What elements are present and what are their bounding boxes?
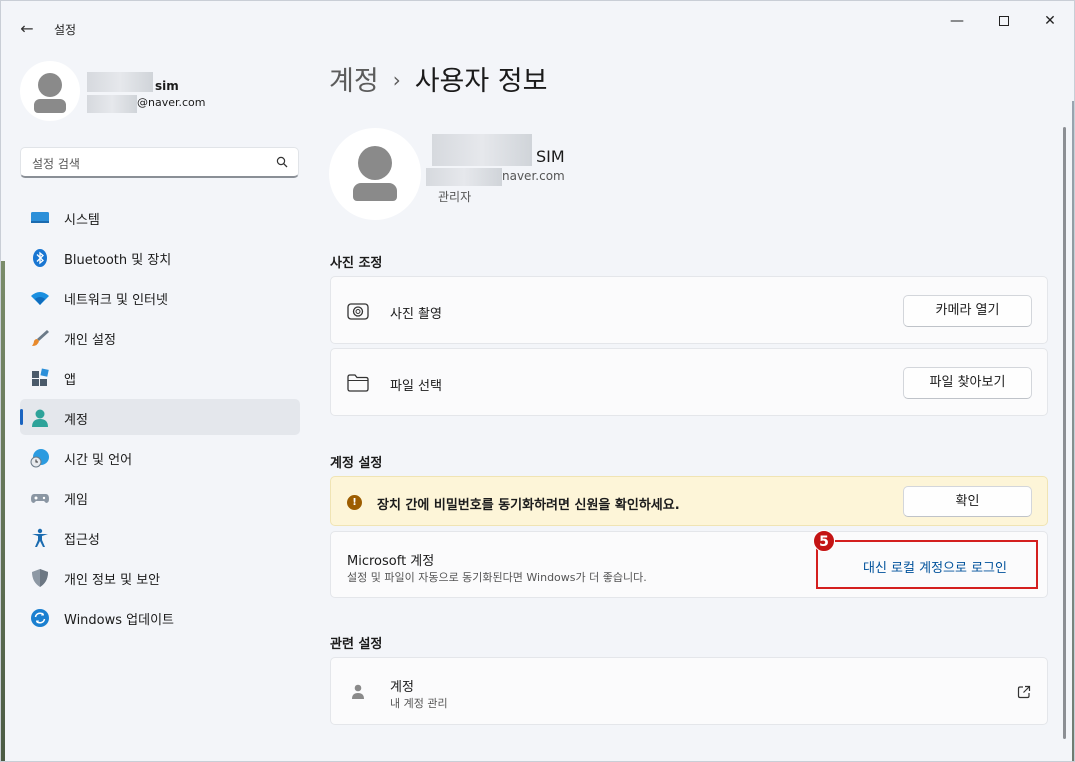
page-title: 사용자 정보 (414, 66, 548, 97)
paintbrush-icon (32, 330, 49, 346)
related-account-description: 내 계정 관리 (390, 697, 448, 710)
warning-icon: ! (347, 495, 362, 510)
section-title-account-settings: 계정 설정 (330, 456, 383, 471)
scrollbar[interactable] (1063, 127, 1066, 739)
back-button[interactable]: ← (13, 15, 41, 43)
related-account-title: 계정 (390, 680, 414, 695)
user-email: naver.com (502, 169, 565, 183)
user-avatar (329, 128, 421, 220)
sidebar-avatar (20, 61, 80, 121)
gamepad-icon (31, 494, 49, 503)
search-input[interactable]: 설정 검색 (32, 155, 80, 172)
sidebar-item-apps[interactable]: 앱 (20, 359, 300, 395)
back-arrow-icon: ← (20, 19, 34, 38)
microsoft-account-title: Microsoft 계정 (347, 554, 435, 569)
sidebar-nav: 시스템 Bluetooth 및 장치 네트워크 및 인터넷 개인 설정 앱 계정… (20, 199, 300, 639)
take-photo-card: 사진 촬영 카메라 열기 (330, 276, 1048, 344)
person-icon (352, 684, 364, 699)
external-link-icon (1017, 685, 1031, 699)
apps-icon (32, 368, 49, 386)
sidebar-item-label: 시간 및 언어 (64, 453, 133, 468)
sidebar-item-bluetooth[interactable]: Bluetooth 및 장치 (20, 239, 300, 275)
sidebar-item-label: 시스템 (64, 213, 100, 228)
selection-indicator (20, 409, 23, 425)
sidebar-item-windows-update[interactable]: Windows 업데이트 (20, 599, 300, 635)
camera-icon (347, 303, 369, 320)
user-role: 관리자 (438, 190, 472, 204)
minimize-button[interactable]: — (934, 9, 980, 33)
globe-clock-icon (30, 449, 49, 468)
section-title-related: 관련 설정 (330, 637, 383, 652)
bluetooth-icon (33, 249, 47, 267)
sidebar-item-label: 개인 정보 및 보안 (64, 573, 161, 588)
sidebar-item-network[interactable]: 네트워크 및 인터넷 (20, 279, 300, 315)
breadcrumb-parent[interactable]: 계정 (329, 66, 379, 97)
desktop-edge-left (1, 261, 5, 761)
browse-files-button[interactable]: 파일 찾아보기 (903, 367, 1032, 399)
step-number-badge: 5 (813, 530, 835, 552)
sidebar-item-label: 게임 (64, 493, 88, 508)
highlight-box (816, 540, 1038, 589)
folder-icon (347, 374, 369, 392)
sidebar-item-label: 앱 (64, 373, 76, 388)
sidebar-item-label: Bluetooth 및 장치 (64, 253, 172, 268)
sidebar-item-label: 계정 (64, 413, 88, 428)
breadcrumb: 계정 › 사용자 정보 (329, 59, 547, 98)
avatar-body-icon (34, 99, 66, 113)
sidebar-item-accounts[interactable]: 계정 (20, 399, 300, 435)
breadcrumb-separator: › (392, 68, 401, 92)
shield-icon (32, 569, 48, 587)
redacted-name (87, 72, 153, 92)
maximize-button[interactable] (981, 9, 1027, 33)
sidebar-user-email: @naver.com (137, 96, 206, 109)
search-box[interactable]: 설정 검색 (20, 147, 299, 178)
open-camera-button[interactable]: 카메라 열기 (903, 295, 1032, 327)
sidebar-item-accessibility[interactable]: 접근성 (20, 519, 300, 555)
title-bar: ← 설정 — ✕ (1, 1, 1074, 45)
sidebar-item-label: Windows 업데이트 (64, 613, 175, 628)
sidebar-item-label: 개인 설정 (64, 333, 116, 348)
wifi-icon (31, 292, 49, 305)
person-icon (32, 409, 48, 427)
choose-file-label: 파일 선택 (390, 379, 442, 394)
monitor-icon (31, 212, 49, 223)
sidebar-item-time-language[interactable]: 시간 및 언어 (20, 439, 300, 475)
sidebar-user-name: sim (155, 79, 179, 93)
sidebar-item-label: 네트워크 및 인터넷 (64, 293, 168, 308)
redacted-email (87, 95, 137, 113)
verify-identity-message: 장치 간에 비밀번호를 동기화하려면 신원을 확인하세요. (377, 498, 680, 513)
close-button[interactable]: ✕ (1027, 9, 1073, 33)
verify-button[interactable]: 확인 (903, 486, 1032, 517)
related-account-card[interactable]: 계정 내 계정 관리 (330, 657, 1048, 725)
avatar-head-icon (358, 146, 392, 180)
sidebar-item-system[interactable]: 시스템 (20, 199, 300, 235)
choose-file-card: 파일 선택 파일 찾아보기 (330, 348, 1048, 416)
close-icon: ✕ (1044, 13, 1056, 29)
section-title-photo: 사진 조정 (330, 256, 383, 271)
sidebar-item-privacy[interactable]: 개인 정보 및 보안 (20, 559, 300, 595)
sidebar-item-label: 접근성 (64, 533, 100, 548)
search-icon (276, 156, 288, 168)
avatar-body-icon (353, 183, 397, 201)
minimize-icon: — (950, 13, 964, 29)
redacted-name (432, 134, 532, 166)
sync-icon (31, 609, 49, 627)
accessibility-icon (32, 528, 48, 547)
app-title: 설정 (54, 23, 77, 37)
microsoft-account-description: 설정 및 파일이 자동으로 동기화된다면 Windows가 더 좋습니다. (347, 571, 647, 584)
avatar-head-icon (38, 73, 62, 97)
sidebar-item-gaming[interactable]: 게임 (20, 479, 300, 515)
settings-window: ← 설정 — ✕ sim @naver.com 설정 검색 시스템 Blueto… (0, 0, 1075, 762)
sidebar-item-personalization[interactable]: 개인 설정 (20, 319, 300, 355)
take-photo-label: 사진 촬영 (390, 307, 442, 322)
redacted-email (426, 168, 502, 186)
maximize-icon (999, 16, 1009, 26)
user-name: SIM (536, 147, 565, 166)
verify-identity-card: ! 장치 간에 비밀번호를 동기화하려면 신원을 확인하세요. 확인 (330, 476, 1048, 526)
